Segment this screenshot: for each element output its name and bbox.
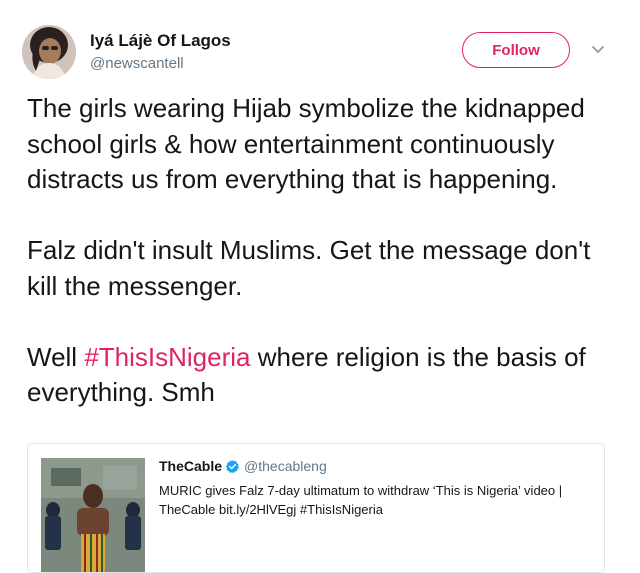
tweet-text-fragment: Well <box>27 341 85 372</box>
tweet-paragraph: Well #ThisIsNigeria where religion is th… <box>27 340 617 411</box>
quoted-tweet-header: TheCable @thecableng <box>159 458 327 474</box>
author-name[interactable]: Iyá Lájè Of Lagos <box>90 31 231 51</box>
tweet-paragraph: The girls wearing Hijab symbolize the ki… <box>27 93 585 194</box>
quoted-tweet-thumbnail[interactable] <box>41 458 145 572</box>
quoted-tweet-text: MURIC gives Falz 7-day ultimatum to with… <box>159 483 563 517</box>
chevron-down-icon[interactable] <box>590 44 606 56</box>
follow-button[interactable]: Follow <box>462 32 570 68</box>
quoted-author-handle[interactable]: @thecableng <box>244 458 327 474</box>
hashtag-link[interactable]: #ThisIsNigeria <box>84 342 250 372</box>
quoted-tweet-card[interactable]: TheCable @thecableng MURIC gives Falz 7-… <box>27 443 605 573</box>
verified-badge-icon <box>225 459 239 473</box>
author-handle[interactable]: @newscantell <box>90 55 184 72</box>
video-thumbnail <box>41 458 145 572</box>
avatar[interactable] <box>22 25 76 79</box>
tweet-text: The girls wearing Hijab symbolize the ki… <box>27 91 617 411</box>
tweet-paragraph: Falz didn't insult Muslims. Get the mess… <box>27 235 591 301</box>
avatar-photo <box>22 25 76 79</box>
quoted-author-name[interactable]: TheCable <box>159 458 222 474</box>
